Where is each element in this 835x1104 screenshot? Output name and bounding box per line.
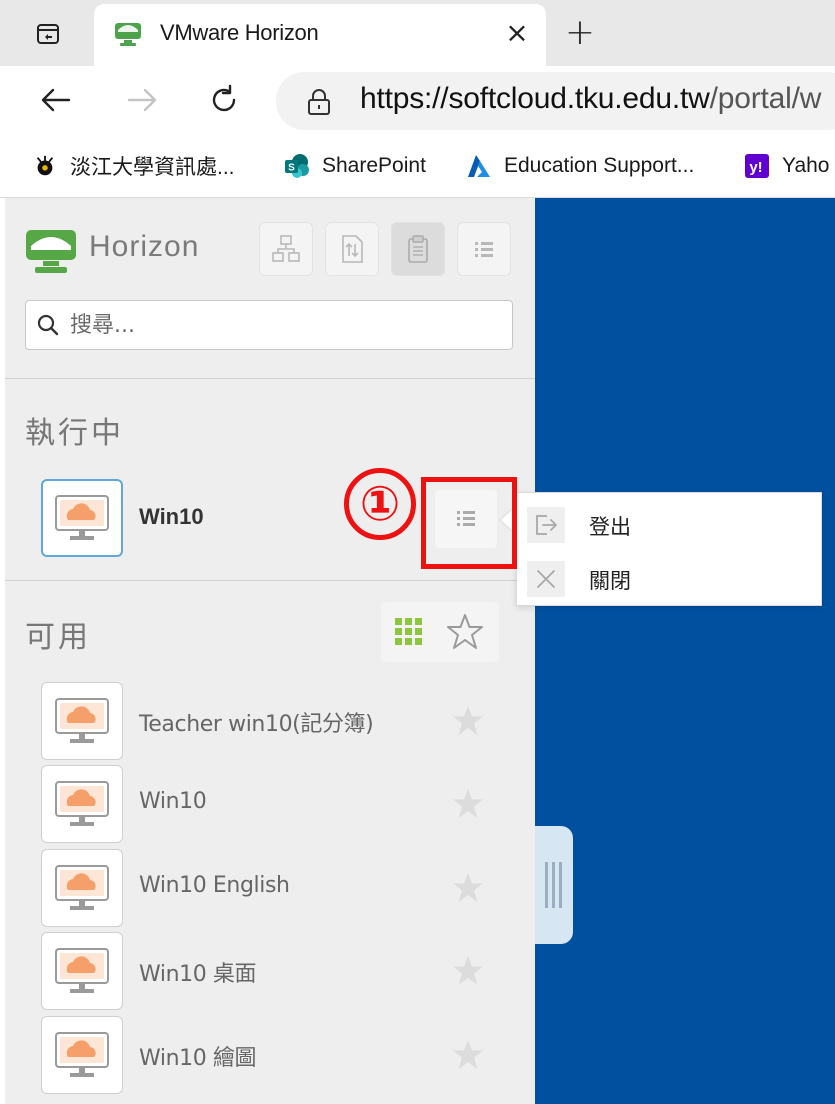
- menu-item-label: 關閉: [589, 569, 631, 593]
- lock-icon[interactable]: [306, 88, 332, 116]
- clipboard-icon: [408, 235, 428, 263]
- horizon-logo-icon: [26, 230, 76, 273]
- bookmark-label: 淡江大學資訊處...: [70, 156, 235, 179]
- running-section-title: 執行中: [25, 416, 124, 451]
- svg-text:S: S: [288, 163, 295, 174]
- logout-icon: [527, 507, 565, 543]
- available-section-title: 可用: [25, 620, 91, 655]
- search-input[interactable]: [70, 307, 500, 343]
- bookmark-label: SharePoint: [322, 154, 426, 177]
- bookmark-yahoo[interactable]: y! Yaho: [744, 148, 830, 184]
- address-bar: https://softcloud.tku.edu.tw/portal/w: [0, 66, 835, 134]
- view-toggle: [381, 602, 499, 662]
- file-transfer-icon: [342, 235, 363, 263]
- close-icon: [527, 561, 565, 597]
- tab-vmware-horizon[interactable]: VMware Horizon ×: [94, 4, 546, 66]
- new-tab-icon[interactable]: +: [560, 14, 600, 54]
- app-label: Win10 繪圖: [139, 1046, 257, 1071]
- app-item[interactable]: Win10: [41, 765, 511, 845]
- desktop-app-icon: [41, 1016, 123, 1094]
- yahoo-icon: y!: [744, 153, 770, 179]
- azure-icon: [466, 153, 492, 179]
- bookmark-tku[interactable]: 淡江大學資訊處...: [32, 148, 235, 184]
- menu-item-logout[interactable]: 登出: [517, 497, 821, 551]
- url-field[interactable]: https://softcloud.tku.edu.tw/portal/w: [276, 72, 835, 130]
- app-label: Win10 桌面: [139, 962, 257, 987]
- url-path: /portal/w: [709, 82, 822, 115]
- brand-name: Horizon: [89, 230, 200, 263]
- app-label: Teacher win10(記分簿): [139, 712, 374, 737]
- grid-view-icon[interactable]: [393, 616, 425, 648]
- grip-icon: [545, 862, 562, 908]
- bookmark-label: Education Support...: [504, 154, 695, 177]
- favorites-star-icon[interactable]: [445, 612, 485, 652]
- bookmark-label: Yaho: [782, 154, 830, 177]
- svg-text:y!: y!: [749, 159, 762, 176]
- tab-title: VMware Horizon: [160, 20, 319, 45]
- menu-item-label: 登出: [589, 515, 631, 539]
- search-icon: [37, 314, 59, 336]
- desktop-app-icon: [41, 932, 123, 1010]
- app-label: Win10 English: [139, 873, 290, 898]
- horizon-sidebar: Horizon 搜尋... 執行中 Win10 可用 Teacher win10…: [5, 198, 535, 1104]
- back-button[interactable]: [34, 80, 78, 120]
- forward-button[interactable]: [120, 80, 164, 120]
- forward-arrow-icon: [127, 88, 157, 112]
- sharepoint-icon: S: [284, 153, 310, 179]
- url-text: https://softcloud.tku.edu.tw/portal/w: [360, 82, 821, 116]
- tab-bar: VMware Horizon × +: [0, 0, 835, 66]
- app-item[interactable]: Win10 桌面: [41, 932, 511, 1012]
- bookmark-education-support[interactable]: Education Support...: [466, 148, 694, 184]
- desktop-app-icon: [55, 495, 109, 540]
- menu-item-close[interactable]: 關閉: [517, 551, 821, 605]
- favorite-star-icon[interactable]: [451, 704, 485, 738]
- app-label: Win10: [139, 789, 207, 814]
- network-icon: [272, 235, 300, 262]
- divider: [5, 378, 535, 379]
- tab-actions-icon: [37, 24, 59, 44]
- bookmark-sharepoint[interactable]: S SharePoint: [284, 148, 426, 184]
- desktop-area: [535, 198, 835, 1104]
- favorite-star-icon[interactable]: [451, 954, 485, 988]
- tab-close-icon[interactable]: ×: [502, 18, 532, 48]
- tku-icon: [32, 153, 58, 179]
- desktop-app-icon: [41, 849, 123, 927]
- running-item-label[interactable]: Win10: [139, 504, 204, 530]
- clipboard-button[interactable]: [391, 222, 445, 276]
- running-win10-icon[interactable]: [41, 479, 123, 557]
- divider: [5, 580, 535, 581]
- reload-button[interactable]: [202, 80, 246, 120]
- list-icon: [475, 242, 493, 257]
- horizon-tab-icon: [115, 23, 141, 46]
- file-transfer-button[interactable]: [325, 222, 379, 276]
- favorite-star-icon[interactable]: [451, 787, 485, 821]
- sidebar-drag-handle[interactable]: [535, 826, 573, 944]
- annotation-step-number: ①: [344, 468, 416, 540]
- favorite-star-icon[interactable]: [451, 871, 485, 905]
- list-menu-button[interactable]: [457, 222, 511, 276]
- annotation-highlight-box: [421, 477, 517, 569]
- tab-actions-button[interactable]: [28, 18, 68, 50]
- context-menu: 登出 關閉: [516, 492, 822, 606]
- app-item[interactable]: Win10 English: [41, 849, 511, 929]
- favorite-star-icon[interactable]: [451, 1038, 485, 1072]
- reload-icon: [212, 84, 236, 112]
- url-host: https://softcloud.tku.edu.tw: [360, 82, 710, 115]
- app-item[interactable]: Win10 繪圖: [41, 1016, 511, 1096]
- desktop-app-icon: [41, 682, 123, 760]
- app-item[interactable]: Teacher win10(記分簿): [41, 682, 511, 762]
- desktop-app-icon: [41, 765, 123, 843]
- bookmarks-bar: 淡江大學資訊處... S SharePoint Education Suppor…: [0, 134, 835, 198]
- back-arrow-icon: [41, 88, 71, 112]
- connect-button[interactable]: [259, 222, 313, 276]
- search-box: [25, 300, 513, 350]
